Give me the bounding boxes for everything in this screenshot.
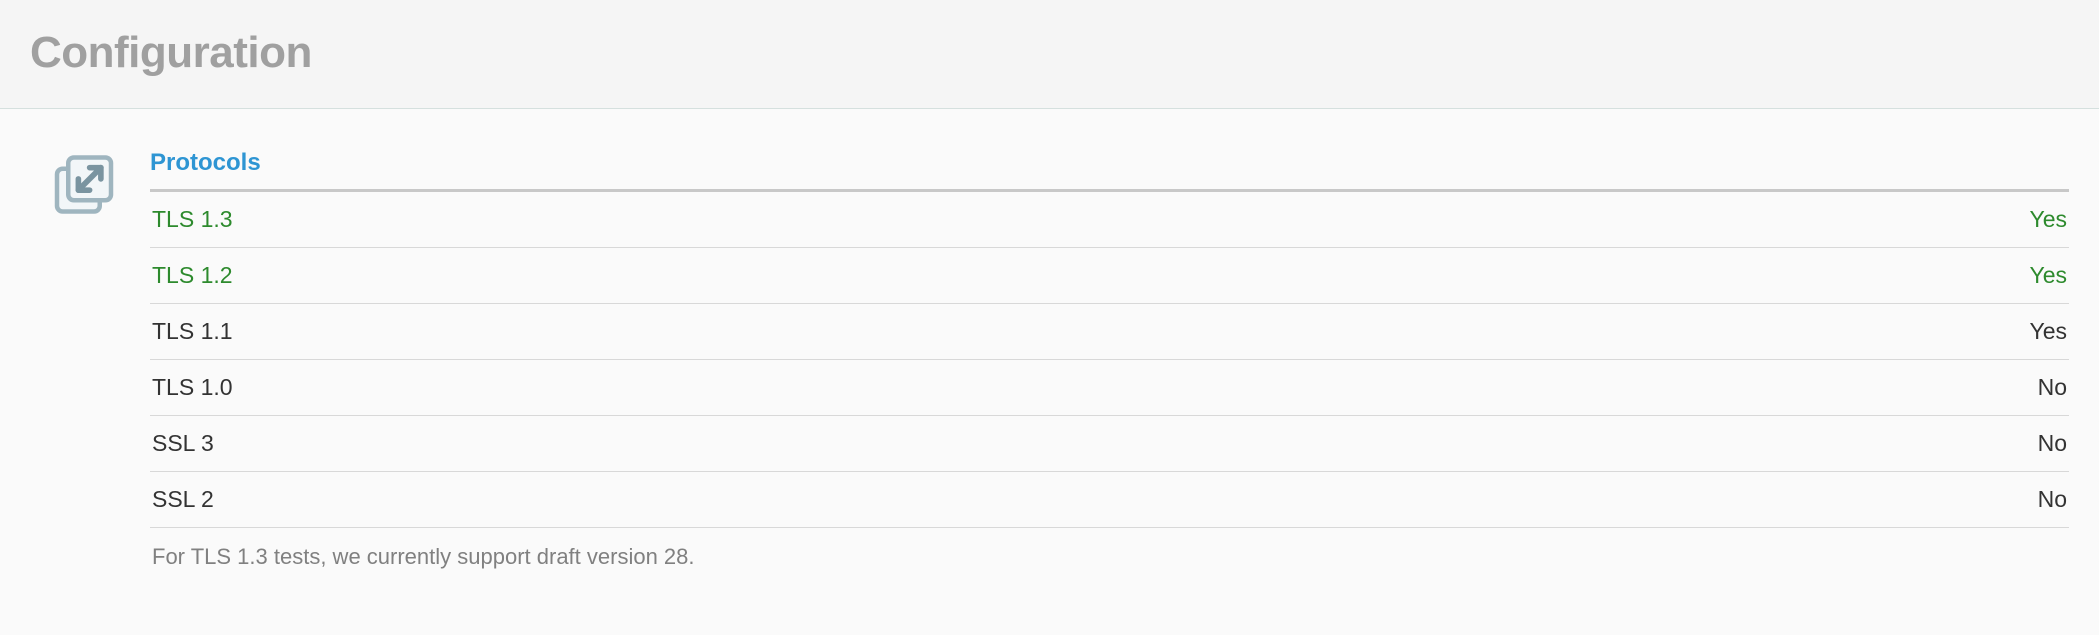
section-title: Protocols [150,149,2069,192]
protocol-row: TLS 1.0 No [150,360,2069,416]
content-area: Protocols TLS 1.3 Yes TLS 1.2 Yes TLS 1.1 Yes… [0,109,2099,600]
section-icon-column [48,149,120,570]
protocol-value: No [2038,430,2067,457]
protocol-row: TLS 1.2 Yes [150,248,2069,304]
protocol-name: TLS 1.0 [152,374,233,401]
section-footnote: For TLS 1.3 tests, we currently support … [150,528,2069,570]
protocol-name: SSL 3 [152,430,214,457]
protocol-value: No [2038,486,2067,513]
expand-icon[interactable] [48,153,120,225]
protocols-section: Protocols TLS 1.3 Yes TLS 1.2 Yes TLS 1.1 Yes… [150,149,2069,570]
protocol-name: TLS 1.2 [152,262,233,289]
page-header: Configuration [0,0,2099,109]
protocol-row: TLS 1.3 Yes [150,192,2069,248]
protocol-value: Yes [2029,318,2067,345]
protocol-row: SSL 3 No [150,416,2069,472]
protocols-table: TLS 1.3YesTLS 1.2YesTLS 1.1YesTLS 1.0NoS… [150,192,2069,528]
protocol-name: SSL 2 [152,486,214,513]
protocol-value: Yes [2029,262,2067,289]
protocol-value: Yes [2029,206,2067,233]
page-title: Configuration [30,28,2069,78]
protocol-name: TLS 1.1 [152,318,233,345]
protocol-name: TLS 1.3 [152,206,233,233]
protocol-row: TLS 1.1 Yes [150,304,2069,360]
protocol-row: SSL 2 No [150,472,2069,528]
protocol-value: No [2038,374,2067,401]
